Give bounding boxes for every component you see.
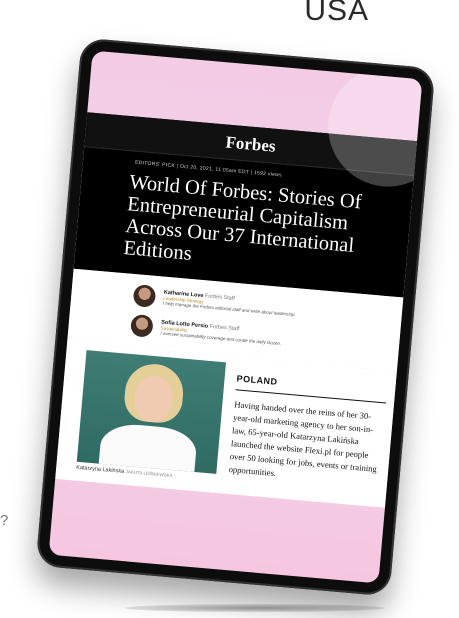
tablet-shadow (125, 604, 385, 612)
story-text: POLAND Having handed over the reins of h… (215, 362, 388, 497)
story-body: Having handed over the reins of her 30-y… (228, 399, 378, 479)
caption-credit: JAKUTA LEŚNIEWSKA (125, 469, 173, 479)
story-photo (76, 350, 227, 474)
avatar (129, 313, 154, 338)
avatar (132, 284, 157, 308)
tablet-device: Forbes EDITORS' PICK | Oct 20, 2021, 11:… (35, 37, 436, 597)
forbes-logo[interactable]: Forbes (225, 133, 277, 156)
story-country: POLAND (235, 373, 388, 404)
background-label: USA (304, 0, 369, 27)
story-photo-wrap: Katarzyna Lakińska JAKUTA LEŚNIEWSKA (75, 350, 227, 483)
tablet-screen: Forbes EDITORS' PICK | Oct 20, 2021, 11:… (48, 50, 423, 584)
background-question-mark: ? (0, 512, 9, 529)
photo-body (97, 421, 198, 474)
caption-name: Katarzyna Lakińska (75, 464, 125, 475)
